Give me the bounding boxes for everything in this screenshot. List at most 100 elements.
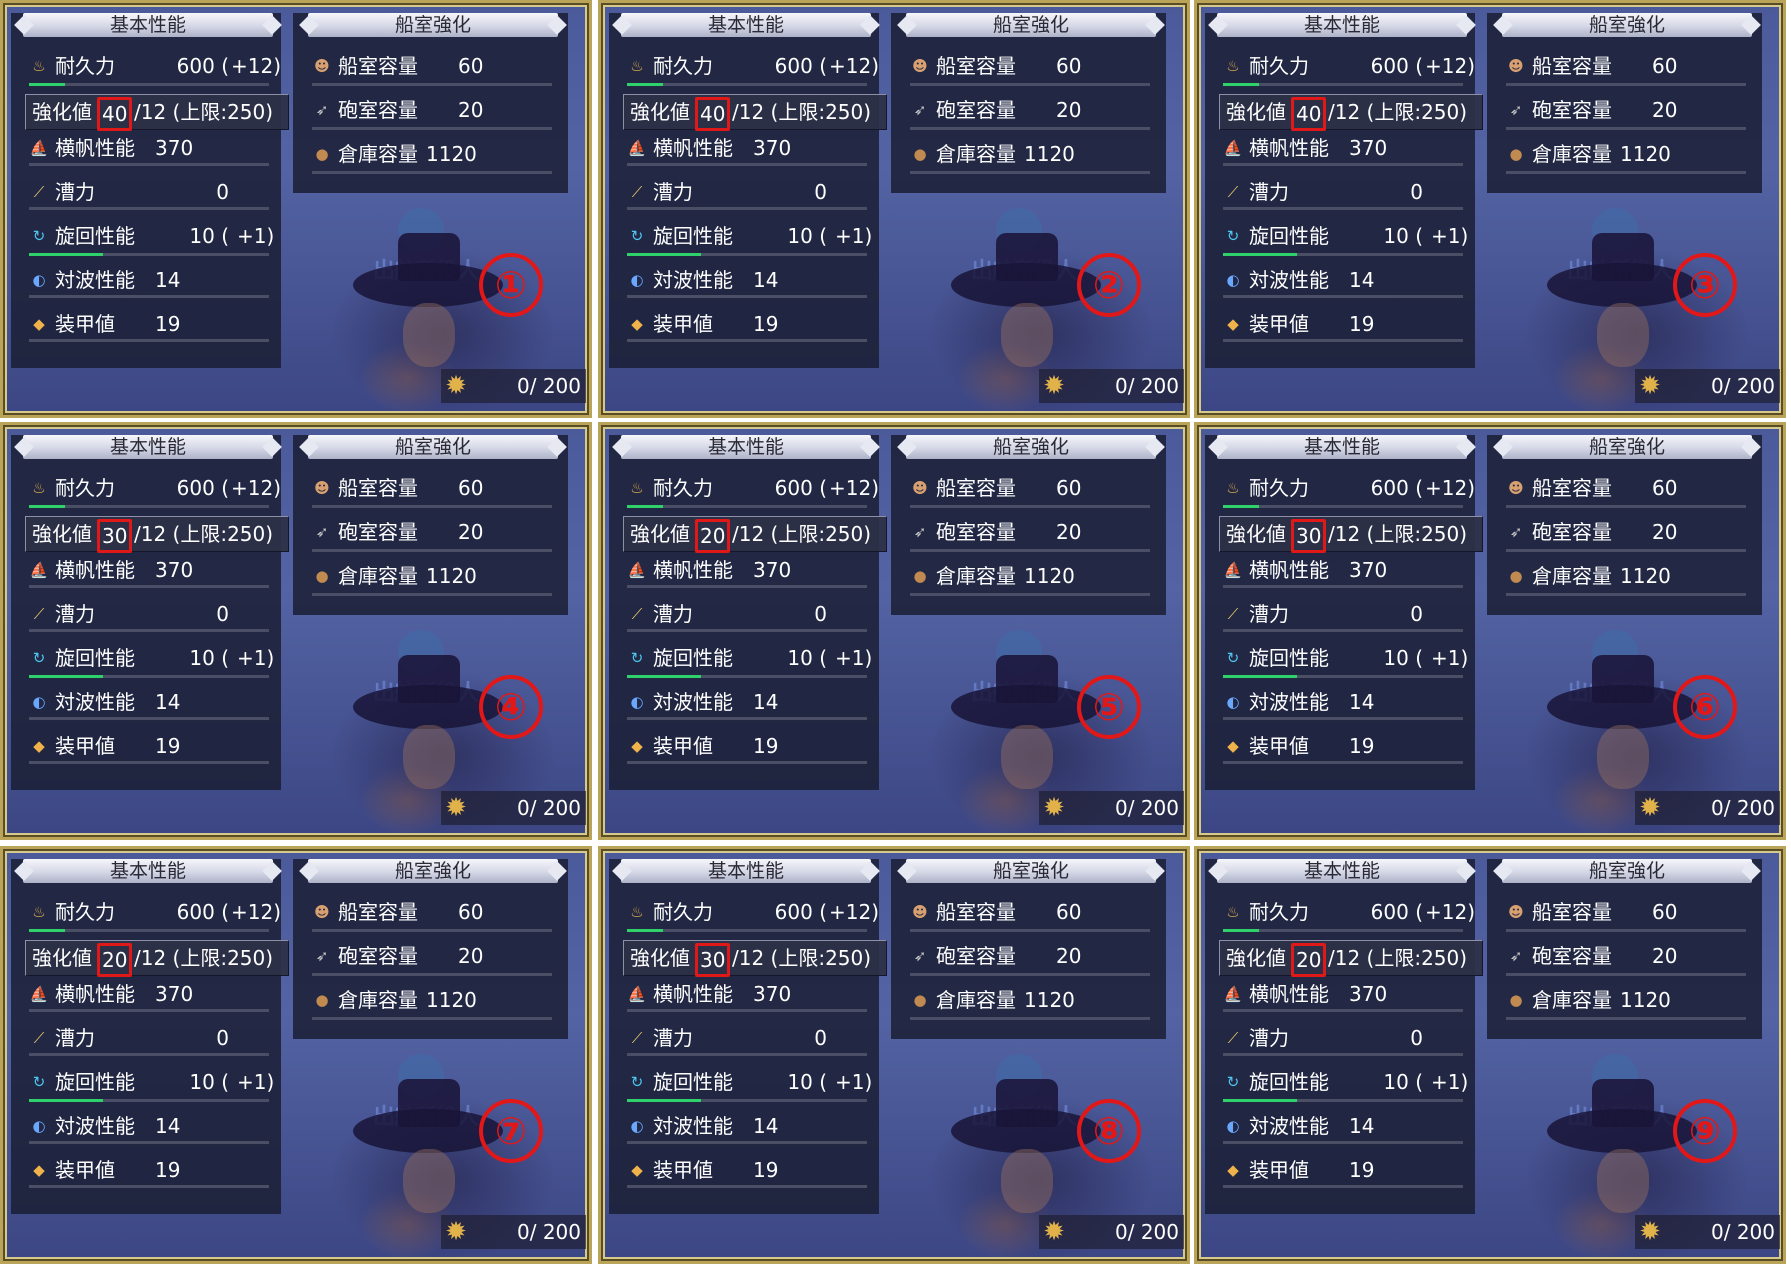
turning-value: 10 ( xyxy=(189,646,229,670)
durability-row: ♨ 耐久力 600 ( +12) xyxy=(623,473,883,503)
cabin-value: 60 xyxy=(1056,900,1082,924)
gear-icon: ✹ xyxy=(1639,793,1661,823)
panel-number-marker: ⑦ xyxy=(479,1099,543,1163)
sail-value: 370 xyxy=(155,982,194,1006)
oar-label: 漕力 xyxy=(1249,180,1289,204)
enhance-label: 強化値 xyxy=(630,100,690,124)
durability-label: 耐久力 xyxy=(653,54,713,78)
background-npc-face xyxy=(1001,303,1053,367)
sail-value: 370 xyxy=(753,136,792,160)
sail-bar xyxy=(1223,585,1463,588)
ship-stats-panel-9: 出航所役人 基本性能 船室強化 ♨ 耐久力 600 ( +12) 強化値 20 … xyxy=(1194,846,1786,1264)
comparison-grid: 出航所役人 基本性能 船室強化 ♨ 耐久力 600 ( +12) 強化値 40 … xyxy=(0,0,1791,1265)
crew-cabin-icon: ☻ xyxy=(912,903,928,921)
ship-stats-panel-8: 出航所役人 基本性能 船室強化 ♨ 耐久力 600 ( +12) 強化値 30 … xyxy=(598,846,1190,1264)
cannon-label: 砲室容量 xyxy=(1532,98,1612,122)
cannon-row: ➶ 砲室容量 20 xyxy=(308,95,558,125)
turning-value: 10 ( xyxy=(787,646,827,670)
cargo-label: 倉庫容量 xyxy=(338,564,418,588)
armor-icon: ◆ xyxy=(1227,1161,1239,1179)
enhance-label: 強化値 xyxy=(1226,522,1286,546)
durability-bonus: +12) xyxy=(231,900,282,924)
turning-icon: ↻ xyxy=(32,227,46,245)
panel-number-marker: ④ xyxy=(479,675,543,739)
sail-label: 横帆性能 xyxy=(653,982,733,1006)
cargo-bar xyxy=(1506,593,1746,596)
capacity-counter: 0/ 200 xyxy=(517,1220,581,1244)
turning-icon: ↻ xyxy=(630,1073,644,1091)
sail-icon: ⛵ xyxy=(1223,561,1243,579)
wave-row: ◐ 対波性能 14 xyxy=(25,265,285,295)
turning-bar xyxy=(627,675,867,678)
turning-label: 旋回性能 xyxy=(653,224,733,248)
sail-value: 370 xyxy=(155,558,194,582)
turning-bar-fill xyxy=(1223,1099,1297,1102)
oar-icon: ⟋ xyxy=(631,183,643,201)
cannon-label: 砲室容量 xyxy=(338,520,418,544)
turning-icon: ↻ xyxy=(630,227,644,245)
cargo-icon: ● xyxy=(1509,145,1523,163)
cannon-bar xyxy=(312,127,552,130)
armor-value: 19 xyxy=(753,1158,779,1182)
turning-icon: ↻ xyxy=(1226,227,1240,245)
armor-bar xyxy=(1223,339,1463,342)
background-npc-face xyxy=(1001,725,1053,789)
cabin-enhance-header: 船室強化 xyxy=(1502,13,1752,37)
cannon-label: 砲室容量 xyxy=(936,98,1016,122)
turning-bar xyxy=(627,1099,867,1102)
oar-icon: ⟋ xyxy=(1227,183,1239,201)
turning-bonus: +1) xyxy=(1431,224,1469,248)
durability-value: 600 ( xyxy=(774,54,827,78)
cabin-value: 60 xyxy=(1652,476,1678,500)
cabin-label: 船室容量 xyxy=(936,476,1016,500)
oar-bar xyxy=(29,1053,269,1056)
wave-bar xyxy=(1223,717,1463,720)
turning-row: ↻ 旋回性能 10 ( +1) xyxy=(623,1067,883,1097)
enhance-value-box: 強化値 20 /12 (上限:250) xyxy=(25,940,289,977)
cargo-row: ● 倉庫容量 1120 xyxy=(308,139,558,169)
durability-icon: ♨ xyxy=(32,479,46,497)
enhance-limit: /12 (上限:250) xyxy=(134,522,274,546)
cargo-value: 1120 xyxy=(1620,564,1671,588)
turning-bar-fill xyxy=(1223,675,1297,678)
oar-value: 0 xyxy=(216,602,229,626)
armor-icon: ◆ xyxy=(631,1161,643,1179)
turning-row: ↻ 旋回性能 10 ( +1) xyxy=(1219,1067,1479,1097)
cannon-row: ➶ 砲室容量 20 xyxy=(906,517,1156,547)
wave-row: ◐ 対波性能 14 xyxy=(1219,265,1479,295)
cannon-icon: ➶ xyxy=(315,101,329,119)
basic-stats-header: 基本性能 xyxy=(621,13,871,37)
durability-bonus: +12) xyxy=(231,476,282,500)
oar-icon: ⟋ xyxy=(33,1029,45,1047)
sail-icon: ⛵ xyxy=(1223,139,1243,157)
sail-label: 横帆性能 xyxy=(55,558,135,582)
cabin-label: 船室容量 xyxy=(1532,54,1612,78)
cannon-label: 砲室容量 xyxy=(338,98,418,122)
turning-row: ↻ 旋回性能 10 ( +1) xyxy=(25,643,285,673)
oar-label: 漕力 xyxy=(653,180,693,204)
durability-bar-fill xyxy=(29,505,65,508)
cannon-value: 20 xyxy=(458,520,484,544)
durability-bar-fill xyxy=(29,83,65,86)
durability-icon: ♨ xyxy=(1226,57,1240,75)
oar-row: ⟋ 漕力 0 xyxy=(25,599,285,629)
wave-resistance-icon: ◐ xyxy=(630,693,644,711)
wave-bar xyxy=(29,295,269,298)
crew-cabin-icon: ☻ xyxy=(314,57,330,75)
durability-label: 耐久力 xyxy=(55,476,115,500)
armor-bar xyxy=(29,761,269,764)
turning-label: 旋回性能 xyxy=(55,224,135,248)
oar-value: 0 xyxy=(216,180,229,204)
oar-bar xyxy=(1223,207,1463,210)
wave-row: ◐ 対波性能 14 xyxy=(623,1111,883,1141)
wave-label: 対波性能 xyxy=(55,1114,135,1138)
cargo-row: ● 倉庫容量 1120 xyxy=(1502,985,1752,1015)
turning-row: ↻ 旋回性能 10 ( +1) xyxy=(623,643,883,673)
oar-value: 0 xyxy=(814,180,827,204)
cabin-bar xyxy=(1506,505,1746,508)
wave-row: ◐ 対波性能 14 xyxy=(25,1111,285,1141)
sail-row: ⛵ 横帆性能 370 xyxy=(25,133,285,163)
armor-bar xyxy=(29,339,269,342)
durability-value: 600 ( xyxy=(1370,900,1423,924)
oar-bar xyxy=(627,1053,867,1056)
